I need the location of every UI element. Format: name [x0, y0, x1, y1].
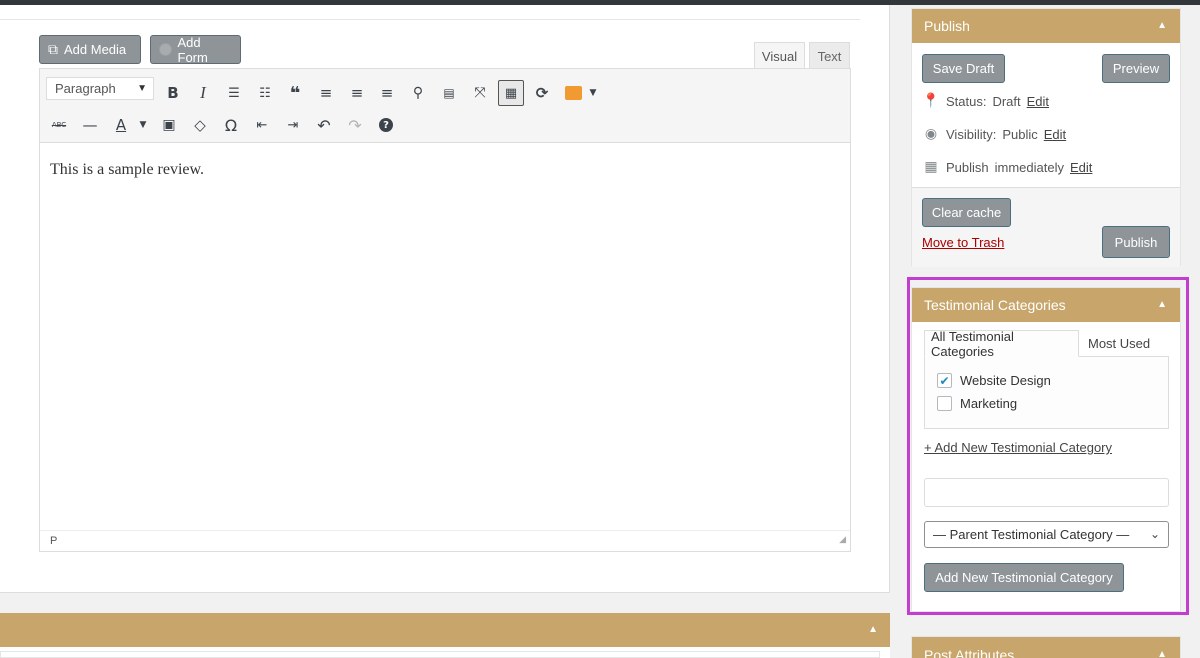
- bottom-metabox-body: [0, 651, 880, 658]
- publish-panel: Publish ▲ Save Draft Preview 📍 Status: D…: [911, 8, 1181, 267]
- pin-icon: 📍: [922, 93, 940, 109]
- editor-column: ⧉ Add Media Add Form Visual Text Paragra…: [0, 5, 890, 593]
- calendar-icon: ▦: [924, 159, 938, 175]
- add-form-button[interactable]: Add Form: [150, 34, 241, 65]
- publish-header[interactable]: Publish ▲: [912, 9, 1180, 43]
- testimonial-categories-header[interactable]: Testimonial Categories ▲: [912, 288, 1180, 322]
- title-divider: [0, 19, 860, 20]
- editor-box: Paragraph ▼ B I ☰ ☷ ❝ ≡ ≡ ≡ ⚲ ▤ ⤧ ▦ ⟳ ▼ …: [39, 68, 851, 552]
- post-attributes-header[interactable]: Post Attributes ▲: [912, 637, 1180, 658]
- fullscreen-icon[interactable]: ⤧: [467, 80, 493, 106]
- horizontal-line-icon[interactable]: —: [77, 112, 103, 138]
- italic-icon[interactable]: I: [190, 80, 216, 106]
- move-to-trash-link[interactable]: Move to Trash: [922, 235, 1004, 250]
- bottom-metabox-header[interactable]: ▲: [0, 613, 890, 647]
- element-path[interactable]: P: [50, 535, 57, 547]
- list-item[interactable]: ✔ Website Design: [937, 373, 1051, 388]
- checkbox-unchecked[interactable]: [937, 396, 952, 411]
- toolbar-toggle-icon[interactable]: ▦: [498, 80, 524, 106]
- format-select[interactable]: Paragraph ▼: [46, 77, 154, 100]
- refresh-icon[interactable]: ⟳: [529, 80, 555, 106]
- category-label: Marketing: [960, 396, 1018, 411]
- checkbox-checked[interactable]: ✔: [937, 373, 952, 388]
- post-attributes-panel: Post Attributes ▲: [911, 636, 1181, 658]
- media-icon: ⧉: [48, 41, 58, 57]
- chevron-down-icon: ⌄: [1149, 527, 1160, 541]
- visibility-row: ◉ Visibility: Public Edit: [922, 126, 1066, 142]
- list-item[interactable]: Marketing: [937, 396, 1017, 411]
- new-category-input[interactable]: [924, 478, 1169, 507]
- chart-dropdown-icon[interactable]: ▼: [580, 80, 606, 106]
- add-form-label: Add Form: [177, 34, 208, 65]
- tab-all-categories[interactable]: All Testimonial Categories: [924, 329, 1079, 359]
- tab-visual[interactable]: Visual: [754, 42, 805, 69]
- publish-button[interactable]: Publish: [1102, 226, 1170, 258]
- edit-schedule-link[interactable]: Edit: [1070, 160, 1092, 175]
- category-checklist: ✔ Website Design Marketing: [924, 356, 1169, 429]
- visibility-value: Public: [1002, 126, 1038, 142]
- align-center-icon[interactable]: ≡: [344, 80, 370, 106]
- collapse-caret-icon[interactable]: ▲: [1157, 288, 1167, 322]
- status-row: 📍 Status: Draft Edit: [922, 93, 1049, 109]
- editor-content[interactable]: This is a sample review.: [50, 161, 204, 179]
- paste-text-icon[interactable]: ▣: [156, 112, 182, 138]
- collapse-caret-icon[interactable]: ▲: [1157, 9, 1167, 43]
- post-attributes-title: Post Attributes: [924, 647, 1015, 658]
- publish-label: Publish: [946, 159, 989, 175]
- redo-icon[interactable]: ↷: [342, 112, 368, 138]
- clear-cache-button[interactable]: Clear cache: [922, 198, 1011, 227]
- schedule-row: ▦ Publish immediately Edit: [922, 159, 1092, 175]
- numbered-list-icon[interactable]: ☷: [252, 80, 278, 106]
- collapse-caret-icon[interactable]: ▲: [1157, 637, 1167, 658]
- testimonial-categories-panel: Testimonial Categories ▲ All Testimonial…: [911, 287, 1181, 612]
- indent-icon[interactable]: ⇥: [280, 112, 306, 138]
- parent-category-select[interactable]: — Parent Testimonial Category — ⌄: [924, 521, 1169, 548]
- special-character-icon[interactable]: Ω: [218, 112, 244, 138]
- strikethrough-icon[interactable]: ABC: [46, 112, 72, 138]
- status-label: Status:: [946, 93, 987, 109]
- link-icon[interactable]: ⚲: [405, 80, 431, 106]
- clear-formatting-icon[interactable]: ◇: [187, 112, 213, 138]
- tab-most-used[interactable]: Most Used: [1082, 330, 1178, 357]
- align-right-icon[interactable]: ≡: [374, 80, 400, 106]
- publish-value: immediately: [994, 159, 1064, 175]
- read-more-icon[interactable]: ▤: [436, 80, 462, 106]
- publish-actions: Clear cache Move to Trash Publish: [912, 187, 1180, 267]
- collapse-caret-icon[interactable]: ▲: [868, 624, 878, 635]
- align-left-icon[interactable]: ≡: [313, 80, 339, 106]
- format-select-value: Paragraph: [55, 81, 116, 96]
- editor-status-bar: P ◢: [40, 530, 850, 551]
- eye-icon: ◉: [924, 126, 938, 142]
- parent-category-value: — Parent Testimonial Category —: [933, 527, 1130, 542]
- testimonial-categories-title: Testimonial Categories: [924, 297, 1066, 313]
- blockquote-icon[interactable]: ❝: [282, 80, 308, 106]
- undo-icon[interactable]: ↶: [311, 112, 337, 138]
- category-label: Website Design: [960, 373, 1051, 388]
- text-color-dropdown-icon[interactable]: ▼: [130, 112, 156, 138]
- bold-icon[interactable]: B: [160, 80, 186, 106]
- form-icon: [159, 43, 172, 56]
- preview-button[interactable]: Preview: [1102, 54, 1170, 83]
- edit-visibility-link[interactable]: Edit: [1044, 127, 1066, 142]
- editor-toolbar: Paragraph ▼ B I ☰ ☷ ❝ ≡ ≡ ≡ ⚲ ▤ ⤧ ▦ ⟳ ▼ …: [40, 69, 850, 143]
- caret-down-icon: ▼: [137, 83, 147, 94]
- help-icon[interactable]: ?: [373, 112, 399, 138]
- bottom-metabox: ▲: [0, 613, 890, 658]
- add-new-category-link[interactable]: + Add New Testimonial Category: [924, 440, 1112, 455]
- add-media-button[interactable]: ⧉ Add Media: [39, 35, 141, 64]
- publish-title: Publish: [924, 18, 970, 34]
- add-new-category-button[interactable]: Add New Testimonial Category: [924, 563, 1124, 592]
- bulleted-list-icon[interactable]: ☰: [221, 80, 247, 106]
- tab-text[interactable]: Text: [809, 42, 850, 69]
- outdent-icon[interactable]: ⇤: [249, 112, 275, 138]
- edit-status-link[interactable]: Edit: [1027, 94, 1049, 109]
- visibility-label: Visibility:: [946, 126, 997, 142]
- add-media-label: Add Media: [64, 42, 127, 57]
- save-draft-button[interactable]: Save Draft: [922, 54, 1005, 83]
- status-value: Draft: [992, 93, 1021, 109]
- resize-handle-icon[interactable]: ◢: [839, 529, 846, 549]
